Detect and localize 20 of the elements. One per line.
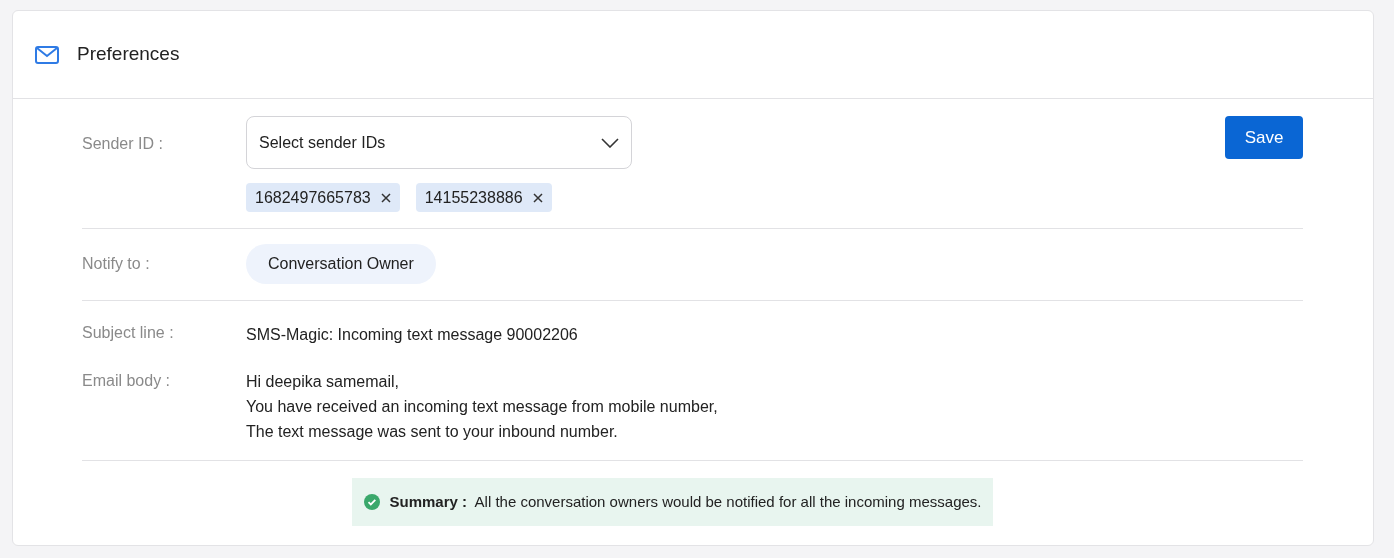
subject-text: SMS-Magic: Incoming text message 90002206 <box>246 325 578 345</box>
field-label: Subject line : <box>82 323 175 343</box>
email-body-line: You have received an incoming text message from mobile number, <box>246 397 718 417</box>
field-label: Sender ID : <box>82 134 164 154</box>
field-label: Email body : <box>82 371 172 391</box>
email-body-line: Hi deepika samemail, <box>246 372 400 392</box>
sender-id-tag: 14155238886 <box>415 183 552 212</box>
sender-id-tag: 1682497665783 <box>246 183 400 212</box>
notify-chip: Conversation Owner <box>246 244 436 284</box>
save-button[interactable]: Save <box>1225 116 1303 159</box>
chevron-down-icon <box>601 137 619 148</box>
close-icon[interactable] <box>532 192 543 203</box>
close-icon[interactable] <box>380 192 391 203</box>
mail-icon <box>35 45 59 64</box>
card-title: Preferences <box>77 42 180 67</box>
field-label: Notify to : <box>82 254 151 274</box>
email-body-line: The text message was sent to your inbound number. <box>246 422 619 442</box>
summary-text: Summary : All the conversation owners would be notified for all the incoming messages. <box>389 491 982 512</box>
check-circle-icon <box>363 494 380 510</box>
sender-id-dropdown[interactable]: Select sender IDs <box>246 116 632 169</box>
